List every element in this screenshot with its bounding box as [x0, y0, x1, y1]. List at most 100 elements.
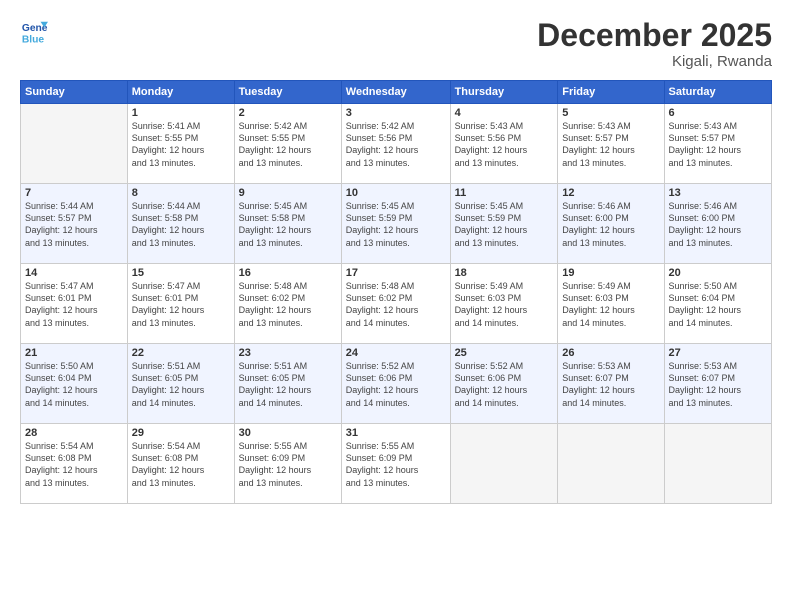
day-cell: 22Sunrise: 5:51 AM Sunset: 6:05 PM Dayli…: [127, 344, 234, 424]
day-cell: 30Sunrise: 5:55 AM Sunset: 6:09 PM Dayli…: [234, 424, 341, 504]
day-number: 7: [25, 187, 123, 199]
day-cell: [664, 424, 771, 504]
header: General Blue General Blue December 2025 …: [20, 18, 772, 70]
day-info: Sunrise: 5:54 AM Sunset: 6:08 PM Dayligh…: [132, 440, 230, 489]
week-row: 7Sunrise: 5:44 AM Sunset: 5:57 PM Daylig…: [21, 184, 772, 264]
day-number: 21: [25, 347, 123, 359]
day-cell: [558, 424, 664, 504]
week-row: 1Sunrise: 5:41 AM Sunset: 5:55 PM Daylig…: [21, 104, 772, 184]
day-cell: 7Sunrise: 5:44 AM Sunset: 5:57 PM Daylig…: [21, 184, 128, 264]
day-number: 26: [562, 347, 659, 359]
day-number: 18: [455, 267, 554, 279]
day-info: Sunrise: 5:53 AM Sunset: 6:07 PM Dayligh…: [562, 360, 659, 409]
day-info: Sunrise: 5:47 AM Sunset: 6:01 PM Dayligh…: [25, 280, 123, 329]
day-cell: 29Sunrise: 5:54 AM Sunset: 6:08 PM Dayli…: [127, 424, 234, 504]
day-cell: 31Sunrise: 5:55 AM Sunset: 6:09 PM Dayli…: [341, 424, 450, 504]
day-cell: 24Sunrise: 5:52 AM Sunset: 6:06 PM Dayli…: [341, 344, 450, 424]
day-info: Sunrise: 5:50 AM Sunset: 6:04 PM Dayligh…: [25, 360, 123, 409]
day-number: 8: [132, 187, 230, 199]
day-cell: 16Sunrise: 5:48 AM Sunset: 6:02 PM Dayli…: [234, 264, 341, 344]
day-info: Sunrise: 5:42 AM Sunset: 5:55 PM Dayligh…: [239, 120, 337, 169]
location-subtitle: Kigali, Rwanda: [537, 53, 772, 70]
day-cell: 26Sunrise: 5:53 AM Sunset: 6:07 PM Dayli…: [558, 344, 664, 424]
day-number: 6: [669, 107, 767, 119]
month-title: December 2025: [537, 18, 772, 53]
day-number: 9: [239, 187, 337, 199]
day-info: Sunrise: 5:55 AM Sunset: 6:09 PM Dayligh…: [239, 440, 337, 489]
day-number: 19: [562, 267, 659, 279]
day-info: Sunrise: 5:46 AM Sunset: 6:00 PM Dayligh…: [562, 200, 659, 249]
col-header-monday: Monday: [127, 81, 234, 104]
day-cell: 11Sunrise: 5:45 AM Sunset: 5:59 PM Dayli…: [450, 184, 558, 264]
day-cell: 19Sunrise: 5:49 AM Sunset: 6:03 PM Dayli…: [558, 264, 664, 344]
day-info: Sunrise: 5:43 AM Sunset: 5:57 PM Dayligh…: [562, 120, 659, 169]
col-header-friday: Friday: [558, 81, 664, 104]
day-cell: 10Sunrise: 5:45 AM Sunset: 5:59 PM Dayli…: [341, 184, 450, 264]
day-cell: [21, 104, 128, 184]
day-info: Sunrise: 5:43 AM Sunset: 5:56 PM Dayligh…: [455, 120, 554, 169]
day-info: Sunrise: 5:42 AM Sunset: 5:56 PM Dayligh…: [346, 120, 446, 169]
day-info: Sunrise: 5:50 AM Sunset: 6:04 PM Dayligh…: [669, 280, 767, 329]
header-row: SundayMondayTuesdayWednesdayThursdayFrid…: [21, 81, 772, 104]
day-number: 29: [132, 427, 230, 439]
col-header-saturday: Saturday: [664, 81, 771, 104]
day-info: Sunrise: 5:45 AM Sunset: 5:59 PM Dayligh…: [346, 200, 446, 249]
day-number: 10: [346, 187, 446, 199]
day-cell: 18Sunrise: 5:49 AM Sunset: 6:03 PM Dayli…: [450, 264, 558, 344]
day-cell: 15Sunrise: 5:47 AM Sunset: 6:01 PM Dayli…: [127, 264, 234, 344]
day-number: 20: [669, 267, 767, 279]
day-number: 27: [669, 347, 767, 359]
day-info: Sunrise: 5:45 AM Sunset: 5:59 PM Dayligh…: [455, 200, 554, 249]
col-header-thursday: Thursday: [450, 81, 558, 104]
day-cell: 3Sunrise: 5:42 AM Sunset: 5:56 PM Daylig…: [341, 104, 450, 184]
page: General Blue General Blue December 2025 …: [0, 0, 792, 612]
day-number: 14: [25, 267, 123, 279]
day-cell: 27Sunrise: 5:53 AM Sunset: 6:07 PM Dayli…: [664, 344, 771, 424]
day-cell: 4Sunrise: 5:43 AM Sunset: 5:56 PM Daylig…: [450, 104, 558, 184]
day-info: Sunrise: 5:45 AM Sunset: 5:58 PM Dayligh…: [239, 200, 337, 249]
day-number: 1: [132, 107, 230, 119]
day-cell: 28Sunrise: 5:54 AM Sunset: 6:08 PM Dayli…: [21, 424, 128, 504]
calendar-table: SundayMondayTuesdayWednesdayThursdayFrid…: [20, 80, 772, 504]
day-number: 30: [239, 427, 337, 439]
day-cell: 6Sunrise: 5:43 AM Sunset: 5:57 PM Daylig…: [664, 104, 771, 184]
day-cell: 20Sunrise: 5:50 AM Sunset: 6:04 PM Dayli…: [664, 264, 771, 344]
day-number: 22: [132, 347, 230, 359]
week-row: 14Sunrise: 5:47 AM Sunset: 6:01 PM Dayli…: [21, 264, 772, 344]
day-number: 16: [239, 267, 337, 279]
day-info: Sunrise: 5:49 AM Sunset: 6:03 PM Dayligh…: [455, 280, 554, 329]
day-info: Sunrise: 5:44 AM Sunset: 5:57 PM Dayligh…: [25, 200, 123, 249]
day-info: Sunrise: 5:49 AM Sunset: 6:03 PM Dayligh…: [562, 280, 659, 329]
day-cell: 21Sunrise: 5:50 AM Sunset: 6:04 PM Dayli…: [21, 344, 128, 424]
day-cell: 25Sunrise: 5:52 AM Sunset: 6:06 PM Dayli…: [450, 344, 558, 424]
day-info: Sunrise: 5:51 AM Sunset: 6:05 PM Dayligh…: [239, 360, 337, 409]
day-number: 28: [25, 427, 123, 439]
title-block: December 2025 Kigali, Rwanda: [537, 18, 772, 70]
svg-text:Blue: Blue: [22, 34, 45, 45]
day-info: Sunrise: 5:46 AM Sunset: 6:00 PM Dayligh…: [669, 200, 767, 249]
week-row: 28 Sunrise: 5:54 AM Sunset: 6:08 PM Dayli…: [21, 424, 772, 504]
day-number: 15: [132, 267, 230, 279]
day-cell: 14Sunrise: 5:47 AM Sunset: 6:01 PM Dayli…: [21, 264, 128, 344]
day-info: Sunrise: 5:52 AM Sunset: 6:06 PM Dayligh…: [346, 360, 446, 409]
col-header-tuesday: Tuesday: [234, 81, 341, 104]
day-info: Sunrise: 5:44 AM Sunset: 5:58 PM Dayligh…: [132, 200, 230, 249]
day-cell: 17Sunrise: 5:48 AM Sunset: 6:02 PM Dayli…: [341, 264, 450, 344]
day-cell: 23Sunrise: 5:51 AM Sunset: 6:05 PM Dayli…: [234, 344, 341, 424]
day-number: 5: [562, 107, 659, 119]
day-info: Sunrise: 5:48 AM Sunset: 6:02 PM Dayligh…: [346, 280, 446, 329]
day-cell: 8Sunrise: 5:44 AM Sunset: 5:58 PM Daylig…: [127, 184, 234, 264]
day-info: Sunrise: 5:52 AM Sunset: 6:06 PM Dayligh…: [455, 360, 554, 409]
day-number: 11: [455, 187, 554, 199]
day-info: Sunrise: 5:48 AM Sunset: 6:02 PM Dayligh…: [239, 280, 337, 329]
day-number: 3: [346, 107, 446, 119]
day-number: 2: [239, 107, 337, 119]
day-cell: 9Sunrise: 5:45 AM Sunset: 5:58 PM Daylig…: [234, 184, 341, 264]
day-info: Sunrise: 5:43 AM Sunset: 5:57 PM Dayligh…: [669, 120, 767, 169]
day-number: 17: [346, 267, 446, 279]
day-cell: 2Sunrise: 5:42 AM Sunset: 5:55 PM Daylig…: [234, 104, 341, 184]
day-number: 31: [346, 427, 446, 439]
col-header-wednesday: Wednesday: [341, 81, 450, 104]
day-cell: 1Sunrise: 5:41 AM Sunset: 5:55 PM Daylig…: [127, 104, 234, 184]
logo: General Blue General Blue: [20, 18, 48, 46]
